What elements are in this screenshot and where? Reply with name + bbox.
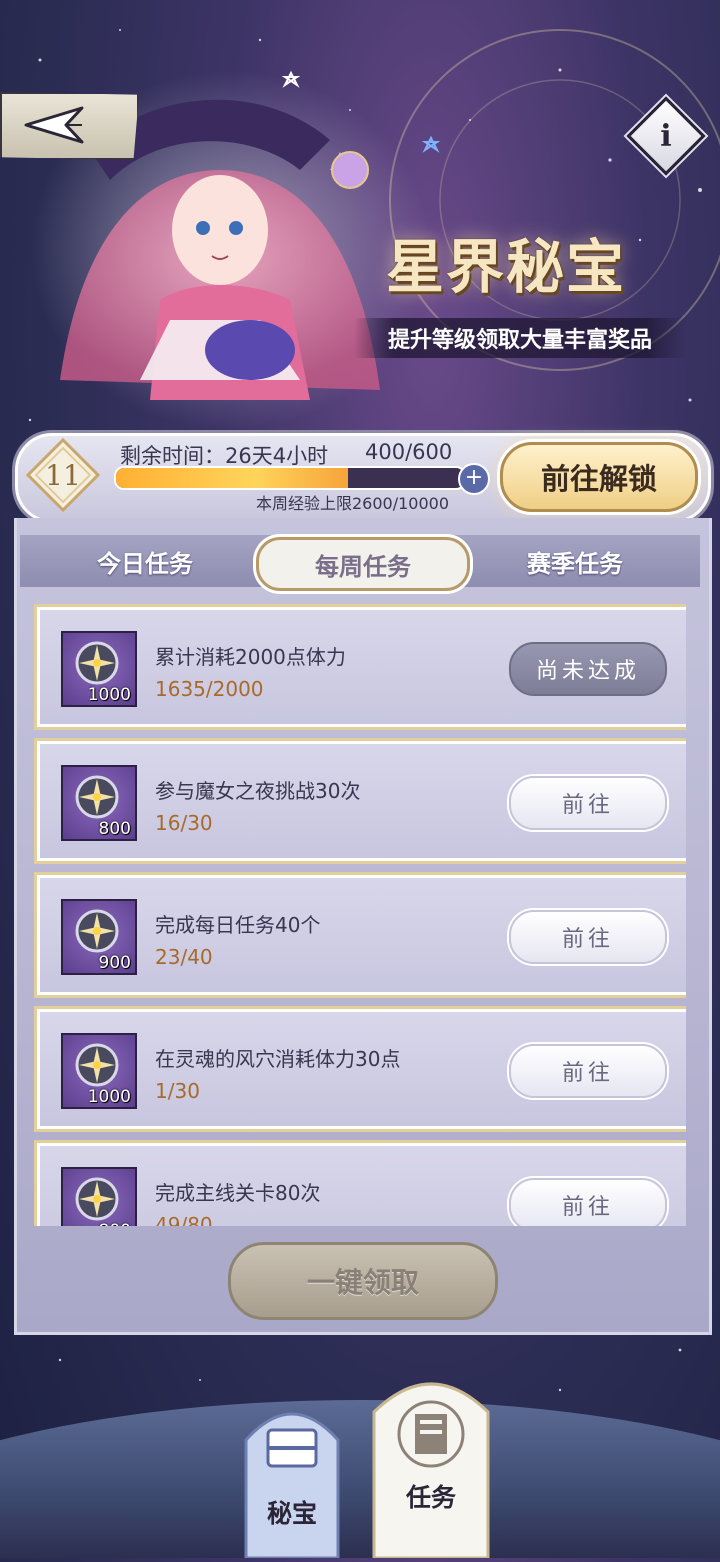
task-list[interactable]: 1000 累计消耗2000点体力 1635/2000 尚未达成 800 参与魔女…: [34, 604, 686, 1226]
tab-weekly[interactable]: 每周任务: [256, 537, 470, 591]
reward-amount: 1000: [87, 1087, 131, 1107]
task-board-icon: [372, 1382, 490, 1560]
go-button[interactable]: 前往: [509, 910, 667, 964]
go-button[interactable]: 前往: [509, 1178, 667, 1226]
buy-xp-plus-icon[interactable]: +: [458, 463, 490, 495]
reward-item: 1000: [61, 631, 137, 707]
reward-item: 800: [61, 1167, 137, 1226]
compass-star-icon: [75, 1177, 119, 1221]
go-button[interactable]: 前往: [509, 776, 667, 830]
nav-tab-treasure[interactable]: 秘宝: [244, 1392, 340, 1560]
task-progress: 49/80: [155, 1213, 213, 1226]
task-name: 在灵魂的风穴消耗体力30点: [155, 1047, 401, 1071]
xp-progress-track: [114, 466, 466, 490]
event-title: 星界秘宝: [386, 233, 627, 301]
task-progress: 23/40: [155, 945, 213, 969]
event-subtitle: 提升等级领取大量丰富奖品: [354, 318, 686, 358]
level-number: 11: [45, 458, 81, 492]
reward-item: 900: [61, 899, 137, 975]
back-button[interactable]: [0, 92, 139, 160]
claim-all-button[interactable]: 一键领取: [228, 1242, 498, 1320]
task-name: 完成每日任务40个: [155, 913, 321, 937]
task-progress: 16/30: [155, 811, 213, 835]
task-row: 800 完成主线关卡80次 49/80 前往: [34, 1140, 686, 1226]
weekly-xp-cap: 本周经验上限2600/10000: [256, 494, 450, 513]
tab-daily[interactable]: 今日任务: [60, 535, 230, 587]
unlock-button[interactable]: 前往解锁: [500, 442, 698, 512]
xp-value: 400/600: [365, 440, 453, 464]
task-row: 800 参与魔女之夜挑战30次 16/30 前往: [34, 738, 686, 864]
go-button[interactable]: 前往: [509, 1044, 667, 1098]
task-row: 900 完成每日任务40个 23/40 前往: [34, 872, 686, 998]
bottom-decor: [0, 1400, 720, 1558]
xp-progress-fill: [116, 468, 349, 488]
tab-season[interactable]: 赛季任务: [490, 535, 660, 587]
task-name: 完成主线关卡80次: [155, 1181, 321, 1205]
back-arrow-icon: [24, 106, 84, 144]
task-progress: 1635/2000: [155, 677, 264, 701]
task-name: 累计消耗2000点体力: [155, 645, 346, 669]
treasure-chest-icon: [244, 1412, 340, 1560]
nav-label-treasure: 秘宝: [266, 1499, 317, 1528]
task-status-button: 尚未达成: [509, 642, 667, 696]
info-icon: i: [660, 118, 672, 154]
nav-label-tasks: 任务: [405, 1483, 456, 1512]
nav-tab-tasks[interactable]: 任务: [372, 1362, 490, 1560]
reward-item: 1000: [61, 1033, 137, 1109]
hero-banner: [0, 0, 720, 430]
reward-amount: 900: [98, 953, 131, 973]
reward-amount: 800: [98, 819, 131, 839]
reward-item: 800: [61, 765, 137, 841]
reward-amount: 800: [63, 1221, 131, 1226]
reward-amount: 1000: [87, 685, 131, 705]
task-progress: 1/30: [155, 1079, 200, 1103]
task-row: 1000 在灵魂的风穴消耗体力30点 1/30 前往: [34, 1006, 686, 1132]
character-art: [30, 29, 720, 430]
task-name: 参与魔女之夜挑战30次: [155, 779, 361, 803]
task-row: 1000 累计消耗2000点体力 1635/2000 尚未达成: [34, 604, 686, 730]
